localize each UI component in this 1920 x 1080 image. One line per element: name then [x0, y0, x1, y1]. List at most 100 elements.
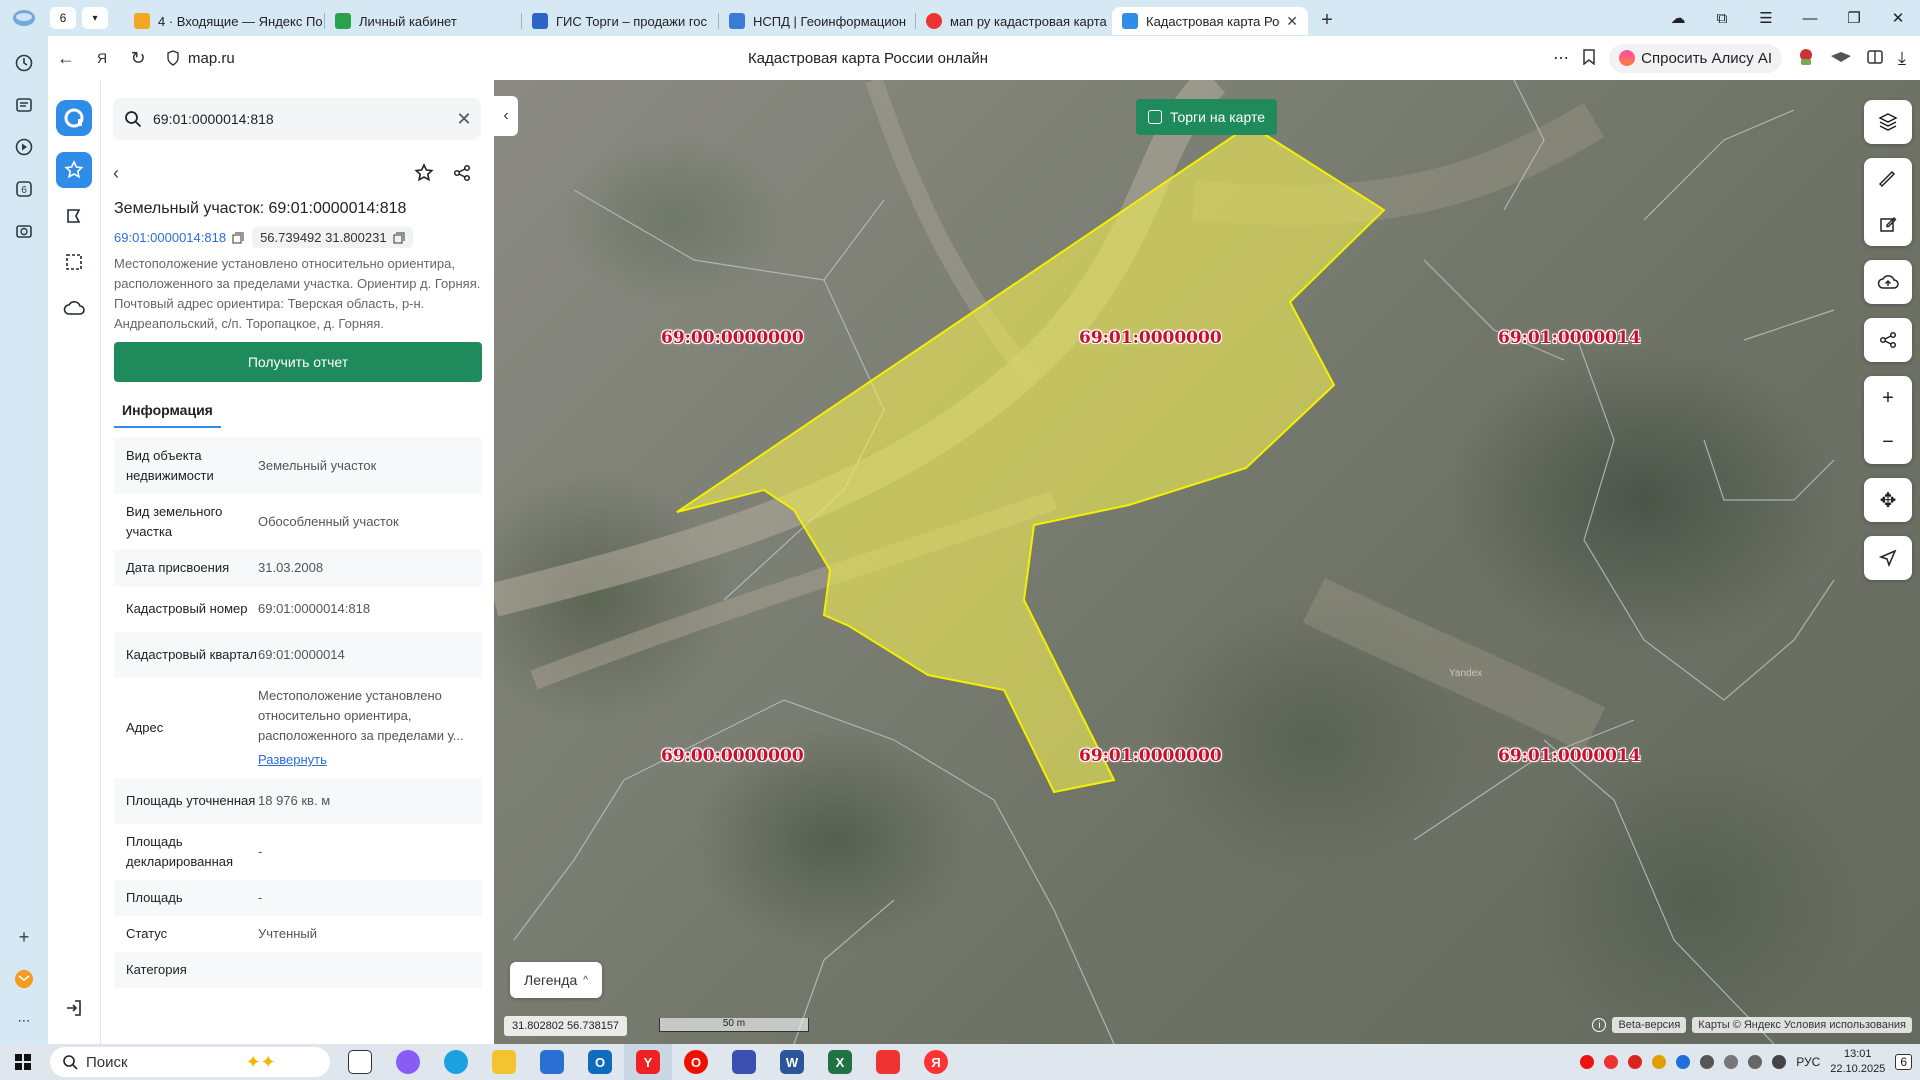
- outlook-icon[interactable]: O: [576, 1044, 624, 1080]
- search-value: 69:01:0000014:818: [153, 111, 274, 127]
- info-icon[interactable]: i: [1592, 1018, 1607, 1032]
- mail-app-icon[interactable]: [864, 1044, 912, 1080]
- six-icon[interactable]: 6: [9, 174, 39, 204]
- zoom-in-button[interactable]: +: [1864, 376, 1912, 420]
- edge-icon[interactable]: [432, 1044, 480, 1080]
- share-icon[interactable]: [443, 164, 481, 182]
- cadastral-number-link[interactable]: 69:01:0000014:818: [114, 230, 244, 245]
- close-window-button[interactable]: ✕: [1876, 9, 1920, 27]
- notes-icon[interactable]: [9, 90, 39, 120]
- extension-2-icon[interactable]: [1830, 50, 1852, 67]
- cloud-icon[interactable]: [56, 290, 92, 326]
- area-select-icon[interactable]: [56, 244, 92, 280]
- yandex-tray-icon[interactable]: [1604, 1055, 1619, 1069]
- logout-icon[interactable]: [56, 990, 92, 1026]
- yandex-home-icon[interactable]: Я: [84, 50, 120, 66]
- camera-icon[interactable]: [9, 216, 39, 246]
- favorite-star-icon[interactable]: [405, 163, 443, 183]
- opera-icon[interactable]: O: [672, 1044, 720, 1080]
- extension-icon[interactable]: [1796, 47, 1816, 70]
- maximize-button[interactable]: ❐: [1832, 9, 1876, 27]
- pan-move-icon[interactable]: ✥: [1864, 478, 1912, 522]
- more-icon[interactable]: ⋯: [9, 1006, 39, 1036]
- video-icon[interactable]: [9, 132, 39, 162]
- reading-list-icon[interactable]: [1866, 48, 1884, 69]
- tabs-menu-chevron-icon[interactable]: ▾: [82, 7, 108, 29]
- legend-button[interactable]: Легенда ^: [510, 962, 602, 998]
- mail-panel-icon[interactable]: [9, 964, 39, 994]
- close-tab-icon[interactable]: ✕: [1286, 13, 1298, 30]
- network-icon[interactable]: [1724, 1055, 1739, 1069]
- map-ru-logo-icon[interactable]: [56, 100, 92, 136]
- tab-nspd[interactable]: НСПД | Геоинформацион: [719, 7, 915, 35]
- new-tab-button[interactable]: +: [1314, 7, 1340, 33]
- tray-app-icon[interactable]: [1628, 1055, 1643, 1069]
- copy-icon[interactable]: [232, 231, 244, 244]
- collections-icon[interactable]: ⧉: [1700, 10, 1744, 27]
- taskbar-search[interactable]: Поиск ✦✦: [50, 1047, 330, 1077]
- ruler-icon[interactable]: [1864, 158, 1912, 202]
- back-chevron-icon[interactable]: ‹: [113, 163, 143, 184]
- hamburger-menu-icon[interactable]: ☰: [1744, 9, 1788, 27]
- word-icon[interactable]: W: [768, 1044, 816, 1080]
- expand-link[interactable]: Развернуть: [258, 750, 470, 770]
- yandex-browser-icon[interactable]: Y: [624, 1044, 672, 1080]
- zoom-out-button[interactable]: −: [1864, 420, 1912, 464]
- tab-cadastral-map[interactable]: Кадастровая карта Рос ✕: [1112, 7, 1308, 35]
- store-icon[interactable]: [528, 1044, 576, 1080]
- bluetooth-icon[interactable]: [1676, 1055, 1691, 1069]
- auctions-toggle-button[interactable]: Торги на карте: [1136, 99, 1277, 135]
- tray-app-icon[interactable]: [1652, 1055, 1667, 1069]
- get-report-button[interactable]: Получить отчет: [114, 342, 482, 382]
- tab-count-badge[interactable]: 6: [50, 7, 76, 29]
- layers-icon[interactable]: [1864, 100, 1912, 144]
- yandex-icon[interactable]: Я: [912, 1044, 960, 1080]
- edit-icon[interactable]: [1864, 202, 1912, 246]
- coords-chip[interactable]: 56.739492 31.800231: [252, 227, 413, 248]
- cloud-icon[interactable]: ☁: [1656, 9, 1700, 27]
- clear-search-icon[interactable]: ✕: [447, 109, 481, 130]
- upload-cloud-icon[interactable]: [1864, 260, 1912, 304]
- history-icon[interactable]: [9, 48, 39, 78]
- microphone-icon[interactable]: [1772, 1055, 1787, 1069]
- language-indicator[interactable]: РУС: [1796, 1055, 1820, 1069]
- reload-icon[interactable]: ↻: [120, 48, 156, 69]
- satellite-map[interactable]: ‹ Торги на карте 69:00:0000000 69:01:000…: [494, 80, 1920, 1044]
- bookmark-icon[interactable]: [1583, 48, 1595, 68]
- cadastral-search-input[interactable]: 69:01:0000014:818 ✕: [113, 98, 481, 140]
- minimize-button[interactable]: —: [1788, 10, 1832, 27]
- tray-app-icon[interactable]: [1700, 1055, 1715, 1069]
- add-panel-icon[interactable]: +: [9, 922, 39, 952]
- tab-yandex-search[interactable]: мап ру кадастровая карта: [916, 7, 1112, 35]
- volume-icon[interactable]: [1748, 1055, 1763, 1069]
- tab-gis-torgi[interactable]: ГИС Торги – продажи гос: [522, 7, 718, 35]
- notifications-badge[interactable]: 6: [1895, 1054, 1912, 1070]
- opera-tray-icon[interactable]: [1580, 1055, 1595, 1069]
- page-menu-icon[interactable]: ⋯: [1553, 48, 1569, 68]
- auctions-checkbox[interactable]: [1148, 110, 1162, 124]
- selected-parcel[interactable]: [676, 123, 1386, 794]
- attribution-text[interactable]: Карты © Яндекс Условия использования: [1692, 1017, 1912, 1033]
- ask-alisa-button[interactable]: Спросить Алису AI: [1609, 43, 1783, 73]
- quarter-boundary: [573, 189, 885, 281]
- task-view-icon[interactable]: [336, 1044, 384, 1080]
- copilot-icon[interactable]: [384, 1044, 432, 1080]
- browser-logo-icon[interactable]: [0, 0, 48, 36]
- share-icon[interactable]: [1864, 318, 1912, 362]
- url-field[interactable]: map.ru: [166, 50, 235, 67]
- tab-mail[interactable]: 4 · Входящие — Яндекс По: [124, 7, 324, 35]
- clock[interactable]: 13:01 22.10.2025: [1830, 1047, 1885, 1077]
- favorites-star-icon[interactable]: [56, 152, 92, 188]
- geolocation-icon[interactable]: [1864, 536, 1912, 580]
- explorer-icon[interactable]: [480, 1044, 528, 1080]
- back-icon[interactable]: ←: [48, 48, 84, 69]
- tab-personal-cabinet[interactable]: Личный кабинет: [325, 7, 521, 35]
- save-icon[interactable]: [720, 1044, 768, 1080]
- downloads-icon[interactable]: ⤓: [1898, 48, 1906, 69]
- tab-information[interactable]: Информация: [114, 392, 221, 428]
- copy-icon[interactable]: [392, 231, 405, 244]
- collapse-panel-chevron-icon[interactable]: ‹: [494, 96, 518, 136]
- windows-start-icon[interactable]: [0, 1053, 46, 1071]
- excel-icon[interactable]: X: [816, 1044, 864, 1080]
- route-icon[interactable]: [56, 198, 92, 234]
